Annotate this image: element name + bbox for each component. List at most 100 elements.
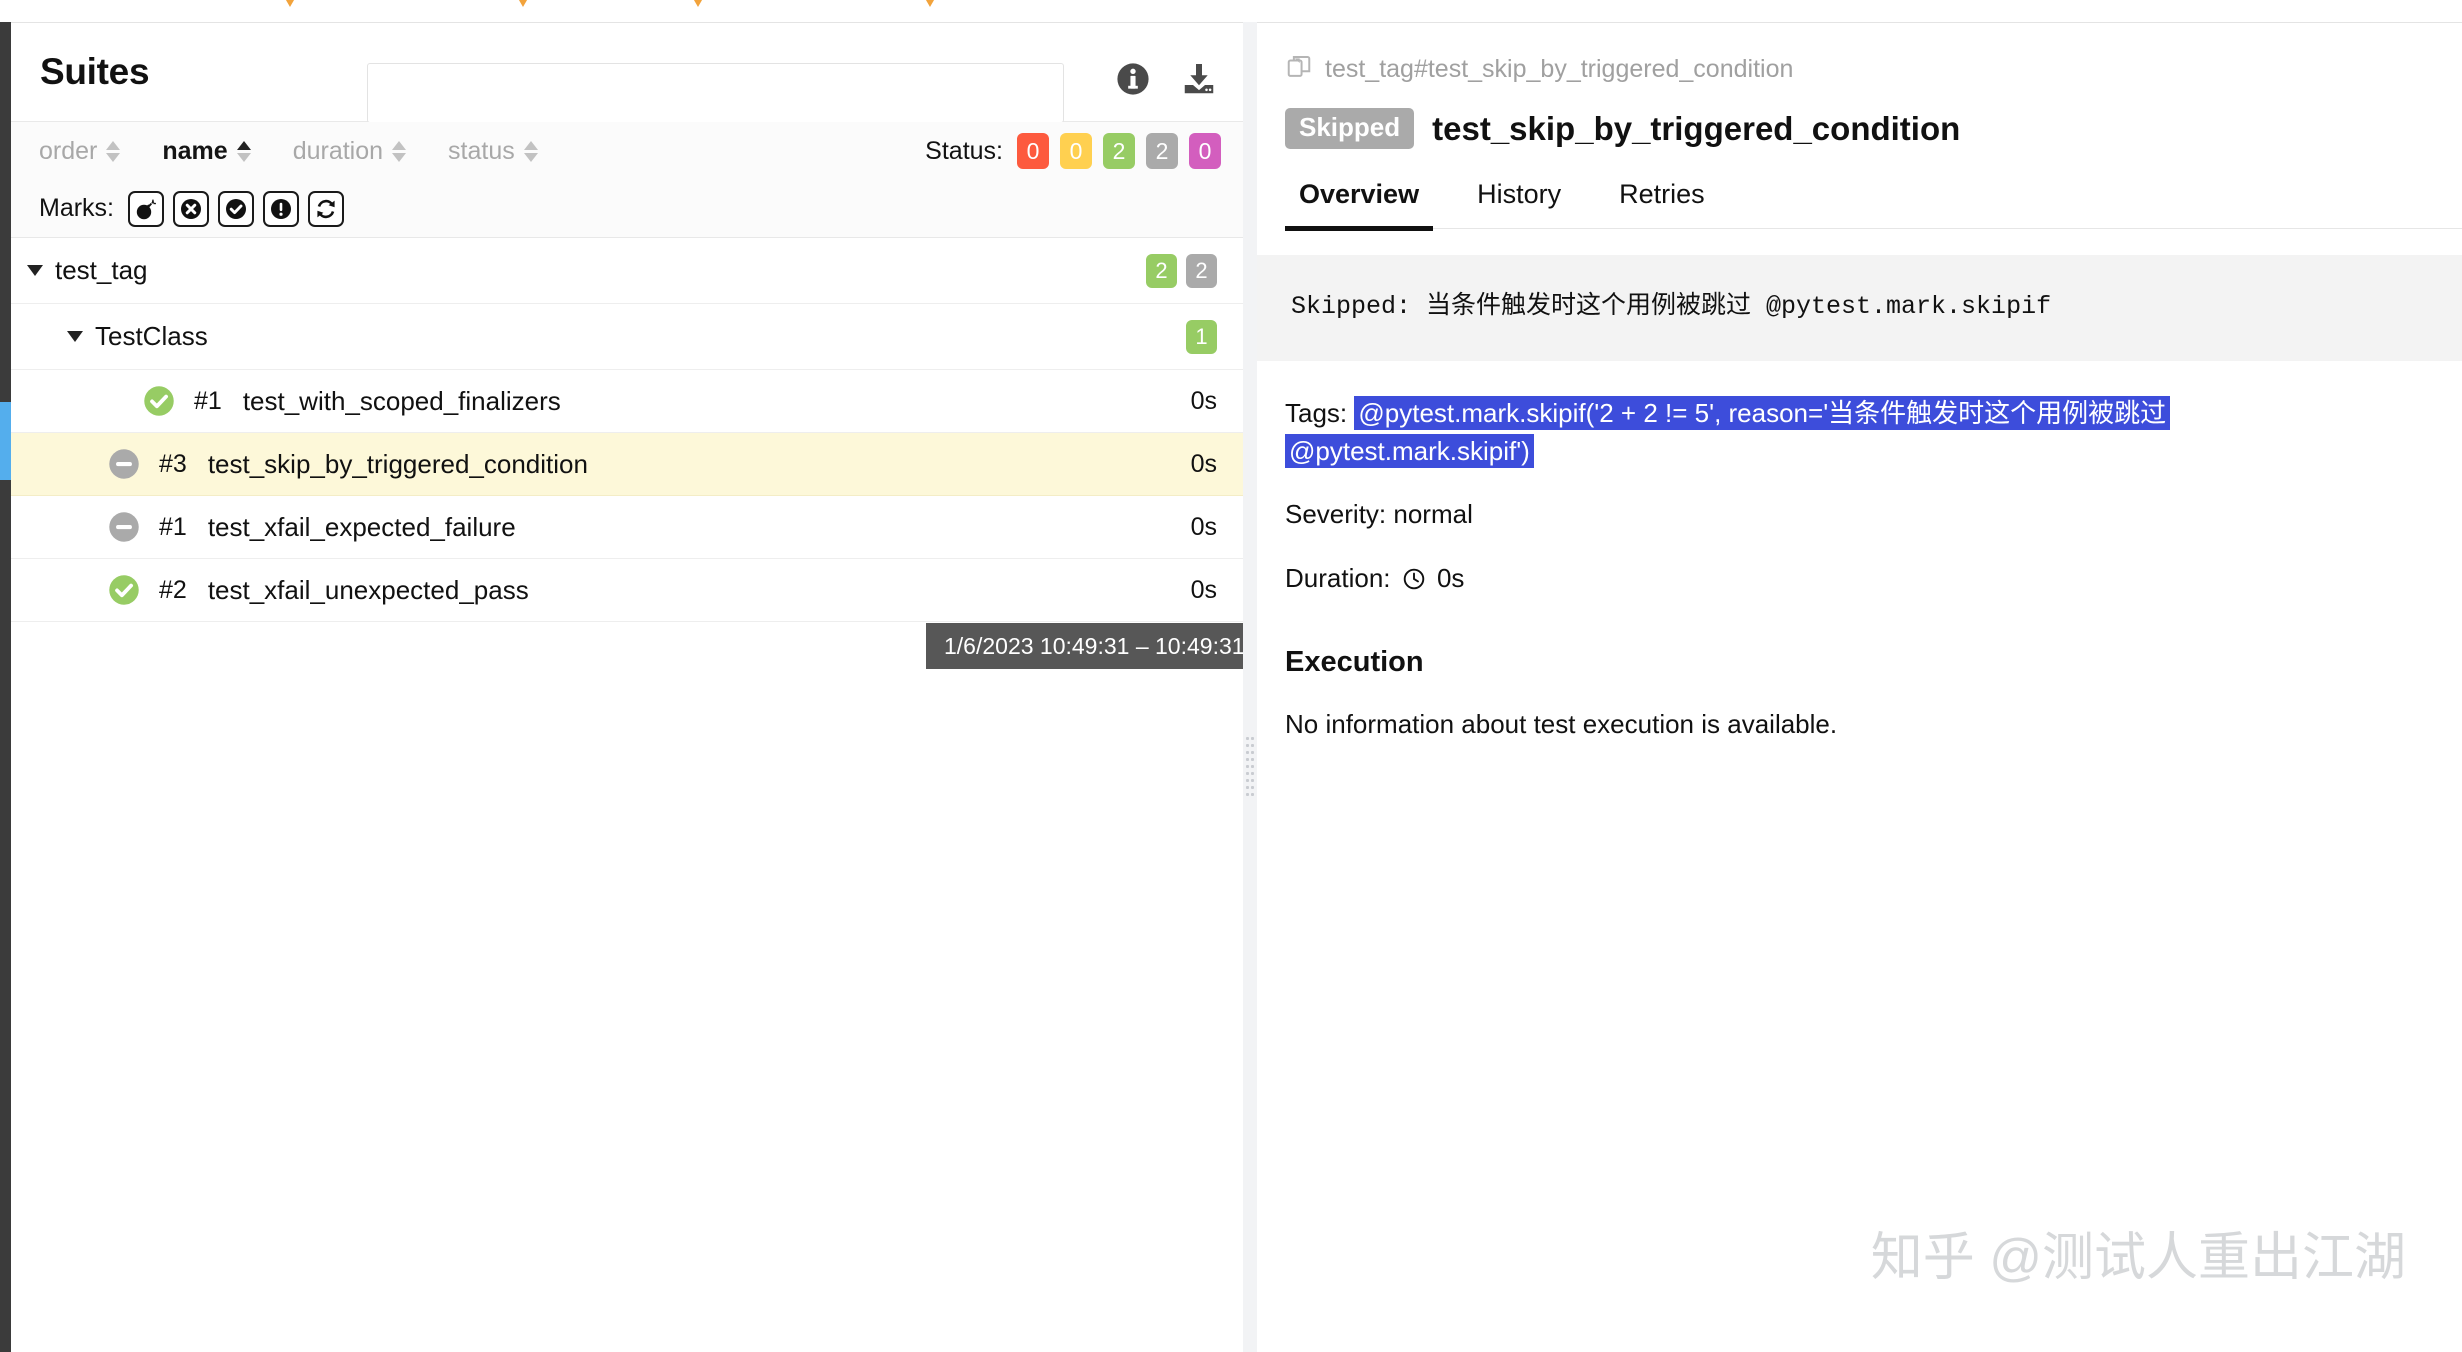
marks-label: Marks: <box>39 194 114 222</box>
info-circle-icon[interactable] <box>1113 59 1153 99</box>
tree-test-order: #1 <box>159 512 187 541</box>
tree-test-name: test_skip_by_triggered_condition <box>207 448 588 479</box>
tree-test-row[interactable]: #1 test_xfail_expected_failure 0s <box>11 496 1243 559</box>
sort-bar: order name duration status Status: 00220 <box>11 122 1243 180</box>
duration-label: Duration: <box>1285 563 1391 594</box>
retry-icon <box>317 199 335 218</box>
panel-splitter[interactable] <box>1243 22 1257 1352</box>
severity-label: Severity: <box>1285 499 1387 530</box>
breadcrumb-label: test_tag#test_skip_by_triggered_conditio… <box>1325 55 1794 83</box>
detail-title-row: Skipped test_skip_by_triggered_condition <box>1285 108 2462 149</box>
tags-value[interactable]: @pytest.mark.skipif('2 + 2 != 5', reason… <box>1285 396 2171 468</box>
tree-test-order: #3 <box>159 449 187 478</box>
test-detail-panel: test_tag#test_skip_by_triggered_conditio… <box>1257 22 2462 1352</box>
status-badge: Skipped <box>1285 108 1415 149</box>
tree-test-duration: 0s <box>1190 575 1217 604</box>
status-message-box: Skipped: 当条件触发时这个用例被跳过 @pytest.mark.skip… <box>1257 255 2462 361</box>
tree-node-suite-label: test_tag <box>55 255 148 285</box>
marks-bar: Marks: <box>11 180 1243 238</box>
status-chip-0[interactable]: 0 <box>1017 133 1049 169</box>
sort-name[interactable]: name <box>162 136 251 166</box>
chevron-down-icon[interactable] <box>27 265 43 276</box>
execution-text: No information about test execution is a… <box>1285 708 1838 739</box>
tags-row: Tags: @pytest.mark.skipif('2 + 2 != 5', … <box>1285 395 2215 470</box>
top-chevron-strip <box>0 0 2462 22</box>
severity-value: normal <box>1393 499 1473 530</box>
bomb-icon <box>136 198 156 219</box>
mark-passed-button[interactable] <box>218 190 254 227</box>
tree-test-row[interactable]: #2 test_xfail_unexpected_pass 0s <box>11 559 1243 622</box>
top-chevron-2 <box>687 0 709 7</box>
detail-title: test_skip_by_triggered_condition <box>1432 109 1961 147</box>
status-chip-1[interactable]: 0 <box>1060 133 1092 169</box>
sort-status-label: status <box>448 136 515 165</box>
breadcrumb[interactable]: test_tag#test_skip_by_triggered_conditio… <box>1285 53 2462 86</box>
duration-row: Duration: 0s <box>1285 560 2462 602</box>
tree-node-class-badges: 1 <box>1186 319 1217 354</box>
tree-test-duration: 0s <box>1190 386 1217 415</box>
suites-tree: test_tag 2 2 TestClass 1 #1 test_with_scoped_f… <box>11 238 1243 622</box>
tree-node-suite-badges: 22 <box>1146 253 1217 288</box>
top-chevron-0 <box>279 0 301 7</box>
top-chevron-3 <box>919 0 941 7</box>
status-chip-4[interactable]: 0 <box>1189 133 1221 169</box>
execution-heading: Execution <box>1285 645 1424 678</box>
skipped-status-icon <box>109 449 139 479</box>
sort-duration-arrows-icon <box>392 140 407 162</box>
tree-node-class[interactable]: TestClass 1 <box>11 304 1243 370</box>
page-title: Suites <box>40 51 150 92</box>
detail-tabs: Overview History Retries <box>1285 179 2462 231</box>
top-chevron-1 <box>512 0 534 7</box>
status-chip-2[interactable]: 2 <box>1103 133 1135 169</box>
sort-status[interactable]: status <box>448 137 538 166</box>
mark-flaky-button[interactable] <box>128 190 164 227</box>
tree-test-order: #1 <box>194 386 222 415</box>
tree-test-duration: 0s <box>1190 512 1217 541</box>
mark-broken-button[interactable] <box>263 190 299 227</box>
tags-label: Tags: <box>1285 398 1348 428</box>
check-circle-icon <box>226 198 246 219</box>
status-chip-3[interactable]: 2 <box>1146 133 1178 169</box>
sort-order-arrows-icon <box>106 140 121 162</box>
severity-row: Severity: normal <box>1285 496 2462 534</box>
sort-duration[interactable]: duration <box>293 137 407 166</box>
skipped-status-icon <box>109 512 139 542</box>
sort-order[interactable]: order <box>39 136 121 166</box>
tab-retries[interactable]: Retries <box>1605 179 1719 228</box>
sort-name-label: name <box>162 136 228 165</box>
sort-order-label: order <box>39 136 98 165</box>
suites-panel: Suites order name duration status Status… <box>11 22 1243 1352</box>
tab-overview[interactable]: Overview <box>1285 179 1434 231</box>
app-root: Suites order name duration status Status… <box>0 0 2462 1352</box>
tree-node-class-badges-0: 1 <box>1186 319 1217 354</box>
chevron-down-icon[interactable] <box>67 331 83 342</box>
passed-status-icon <box>144 386 174 416</box>
tree-test-name: test_xfail_unexpected_pass <box>207 574 529 605</box>
tree-test-name: test_xfail_expected_failure <box>207 511 516 542</box>
tab-history[interactable]: History <box>1463 179 1575 228</box>
mark-failed-button[interactable] <box>173 190 209 227</box>
passed-status-icon <box>107 573 141 607</box>
mark-retry-button[interactable] <box>308 190 344 227</box>
skipped-status-icon <box>107 510 141 544</box>
search-input[interactable] <box>367 63 1064 123</box>
watermark: 知乎 @测试人重出江湖 <box>1870 1229 2406 1287</box>
tree-node-class-label: TestClass <box>95 321 208 351</box>
download-icon[interactable] <box>1179 59 1219 99</box>
tree-test-row[interactable]: #1 test_with_scoped_finalizers 0s <box>11 370 1243 433</box>
skipped-status-icon <box>107 447 141 481</box>
duration-tooltip: 1/6/2023 10:49:31 – 10:49:31 <box>926 623 1243 669</box>
status-summary: Status: 00220 <box>925 133 1221 169</box>
left-rail <box>0 22 11 1352</box>
splitter-grip-icon <box>1246 737 1254 801</box>
exclamation-circle-icon <box>271 198 291 219</box>
tree-test-row[interactable]: #3 test_skip_by_triggered_condition 0s <box>11 433 1243 496</box>
clock-icon <box>1402 564 1426 602</box>
tree-node-suite[interactable]: test_tag 2 2 <box>11 238 1243 304</box>
x-circle-icon <box>181 198 201 219</box>
left-rail-active-indicator <box>0 402 11 480</box>
sort-name-arrows-icon <box>236 140 251 162</box>
suites-header: Suites <box>11 23 1243 123</box>
status-message: Skipped: 当条件触发时这个用例被跳过 @pytest.mark.skip… <box>1291 292 2052 321</box>
sort-status-arrows-icon <box>523 140 538 162</box>
